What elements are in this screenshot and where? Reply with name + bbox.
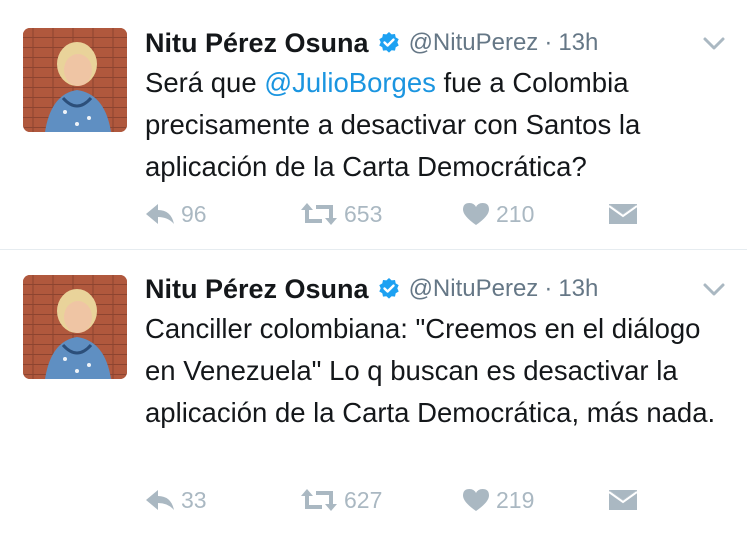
avatar[interactable] xyxy=(23,275,127,379)
chevron-down-icon[interactable] xyxy=(701,282,727,298)
tweet-text: Canciller colombiana: "Creemos en el diá… xyxy=(145,313,716,428)
author-name[interactable]: Nitu Pérez Osuna xyxy=(145,28,369,59)
author-name[interactable]: Nitu Pérez Osuna xyxy=(145,274,369,305)
reply-button[interactable]: 96 xyxy=(145,201,300,228)
retweet-count: 627 xyxy=(344,486,383,513)
mention-link[interactable]: @JulioBorges xyxy=(264,67,436,98)
reply-icon xyxy=(145,489,175,511)
reply-count: 96 xyxy=(181,200,207,227)
retweet-icon xyxy=(300,202,338,226)
retweet-button[interactable]: 653 xyxy=(300,201,462,228)
tweet-feed: Nitu Pérez Osuna @NituPerez · 13h Será q… xyxy=(0,0,747,536)
reply-button[interactable]: 33 xyxy=(145,487,300,514)
direct-message-button[interactable] xyxy=(608,489,638,511)
retweet-icon xyxy=(300,488,338,512)
envelope-icon xyxy=(608,203,638,225)
separator-dot: · xyxy=(544,29,553,56)
retweet-count: 653 xyxy=(344,200,383,227)
avatar[interactable] xyxy=(23,28,127,132)
retweet-button[interactable]: 627 xyxy=(300,487,462,514)
direct-message-button[interactable] xyxy=(608,203,638,225)
verified-badge-icon xyxy=(377,31,401,55)
like-button[interactable]: 219 xyxy=(462,487,608,514)
like-count: 219 xyxy=(496,486,535,513)
author-handle[interactable]: @NituPerez xyxy=(409,29,539,57)
tweet-text-prefix: Será que xyxy=(145,67,265,98)
tweet[interactable]: Nitu Pérez Osuna @NituPerez · 13h Será q… xyxy=(0,0,747,250)
tweet-header: Nitu Pérez Osuna @NituPerez · 13h xyxy=(145,24,598,62)
verified-badge-icon xyxy=(377,277,401,301)
tweet[interactable]: Nitu Pérez Osuna @NituPerez · 13h Cancil… xyxy=(0,250,747,536)
tweet-text: Será que @JulioBorges fue a Colombia pre… xyxy=(145,62,735,188)
timestamp[interactable]: 13h xyxy=(558,29,598,57)
reply-count: 33 xyxy=(181,486,207,513)
timestamp[interactable]: 13h xyxy=(558,275,598,303)
envelope-icon xyxy=(608,489,638,511)
separator-dot: · xyxy=(544,275,553,302)
reply-icon xyxy=(145,203,175,225)
heart-icon xyxy=(462,202,490,226)
chevron-down-icon[interactable] xyxy=(701,36,727,52)
like-count: 210 xyxy=(496,200,535,227)
heart-icon xyxy=(462,488,490,512)
tweet-actions: 33 627 219 xyxy=(145,484,638,516)
tweet-actions: 96 653 210 xyxy=(145,198,638,230)
like-button[interactable]: 210 xyxy=(462,201,608,228)
tweet-header: Nitu Pérez Osuna @NituPerez · 13h xyxy=(145,270,598,308)
author-handle[interactable]: @NituPerez xyxy=(409,275,539,303)
